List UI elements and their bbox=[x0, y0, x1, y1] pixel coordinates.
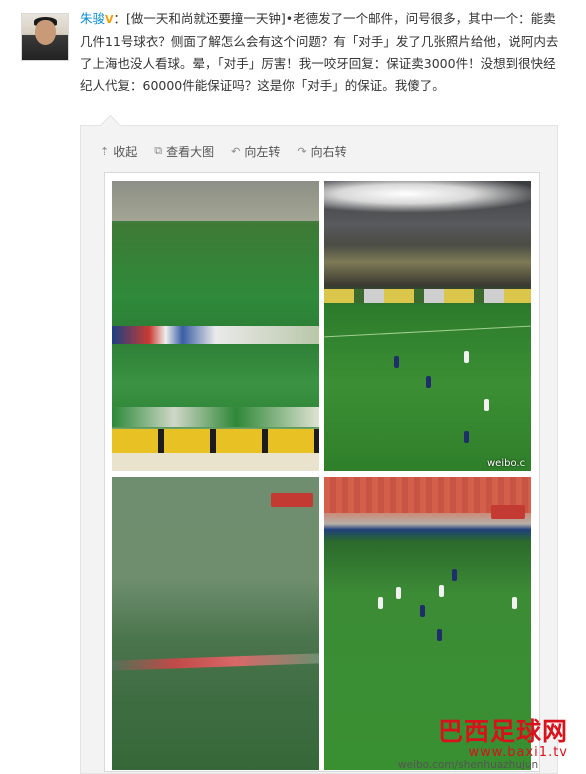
collapse-button[interactable]: ⇡ 收起 bbox=[100, 143, 137, 160]
site-logo: 巴西足球网 www.baxi1.tv bbox=[438, 718, 568, 760]
player bbox=[464, 351, 469, 363]
player bbox=[378, 597, 383, 609]
site-logo-url: www.baxi1.tv bbox=[468, 745, 568, 760]
rotate-right-label: 向右转 bbox=[310, 144, 347, 159]
photo-watermark: weibo.c bbox=[487, 458, 526, 469]
photo-foggy-crowd bbox=[112, 477, 319, 770]
view-large-label: 查看大图 bbox=[166, 144, 215, 159]
player bbox=[426, 376, 431, 388]
advertising-board bbox=[112, 429, 319, 453]
bottom-watermark: weibo.com/shenhuazhujun bbox=[398, 759, 539, 771]
panel-notch bbox=[99, 114, 122, 137]
crowd-banner-red bbox=[112, 653, 319, 671]
crowd-banner bbox=[112, 326, 319, 344]
floodlight-glare bbox=[324, 181, 531, 213]
fan-banner bbox=[112, 407, 319, 427]
pitch-line bbox=[324, 325, 531, 338]
player bbox=[437, 629, 442, 641]
arrow-up-icon: ⇡ bbox=[100, 144, 110, 158]
player bbox=[439, 585, 444, 597]
rotate-left-label: 向左转 bbox=[244, 144, 281, 159]
broadcaster-logo bbox=[271, 493, 313, 507]
site-logo-name: 巴西足球网 bbox=[437, 717, 568, 746]
collapse-label: 收起 bbox=[113, 144, 138, 159]
player bbox=[396, 587, 401, 599]
player bbox=[464, 431, 469, 443]
verified-icon: V bbox=[105, 13, 114, 26]
player bbox=[452, 569, 457, 581]
photo-night-pitch: weibo.c bbox=[324, 181, 531, 471]
player bbox=[484, 399, 489, 411]
pitch-advertising bbox=[324, 289, 531, 303]
external-link-icon: ⧉ bbox=[154, 144, 163, 157]
view-large-button[interactable]: ⧉ 查看大图 bbox=[154, 143, 214, 160]
post-text: 朱骏V：[做一天和尚就还要撞一天钟]•老德发了一个邮件，问号很多，其中一个：能卖… bbox=[80, 8, 568, 97]
avatar-face bbox=[35, 20, 56, 45]
author-name[interactable]: 朱骏 bbox=[80, 11, 105, 26]
stadium-roof bbox=[112, 181, 319, 221]
image-toolbar: ⇡ 收起 ⧉ 查看大图 ↶ 向左转 ↷ 向右转 bbox=[100, 141, 347, 161]
broadcaster-logo bbox=[491, 505, 525, 519]
player bbox=[420, 605, 425, 617]
photo-stadium-crowd bbox=[112, 181, 319, 471]
post-body: ：[做一天和尚就还要撞一天钟]•老德发了一个邮件，问号很多，其中一个：能卖几件1… bbox=[80, 11, 559, 93]
avatar[interactable] bbox=[21, 13, 69, 61]
player bbox=[394, 356, 399, 368]
player bbox=[512, 597, 517, 609]
rotate-left-icon: ↶ bbox=[231, 144, 241, 158]
rotate-right-button[interactable]: ↷ 向右转 bbox=[297, 143, 346, 160]
rotate-right-icon: ↷ bbox=[297, 144, 307, 158]
rotate-left-button[interactable]: ↶ 向左转 bbox=[231, 143, 280, 160]
